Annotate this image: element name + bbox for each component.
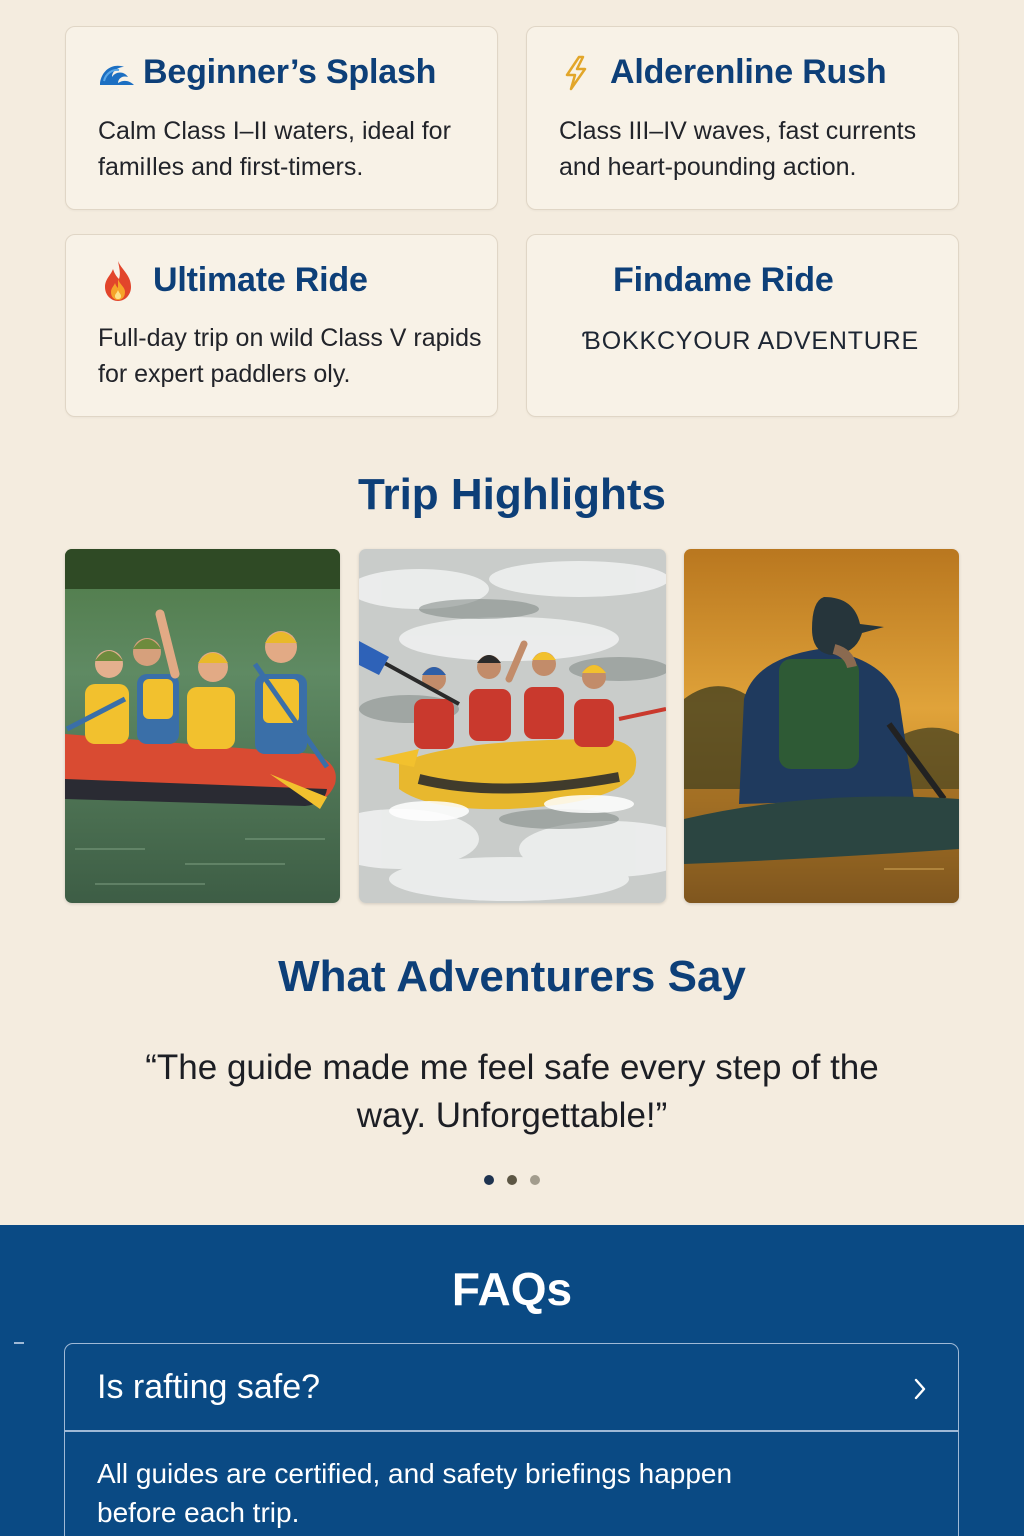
wave-icon <box>98 59 136 89</box>
testimonial-quote: “The guide made me feel safe every step … <box>145 1048 879 1135</box>
trip-card-alderenline-rush[interactable]: Alderenline Rush Class III–IV waves, fas… <box>526 26 959 210</box>
trip-card-description: Full-day trip on wild Class V rapids for… <box>98 324 482 388</box>
trip-card-description: Calm Class I–II waters, ideal for famiIl… <box>98 117 451 181</box>
trip-card-ultimate-ride[interactable]: Ultimate Ride Full-day trip on wild Clas… <box>65 234 498 417</box>
trip-card-description: Class III–IV waves, fast currents and he… <box>559 117 917 181</box>
book-your-adventure-link[interactable]: ƁOKKCYOUR ADVENTURE <box>582 327 919 356</box>
trip-card-title: Beginner’s Splash <box>143 53 437 91</box>
trip-card-title: Findame Ride <box>613 261 834 299</box>
carousel-dot-2[interactable] <box>507 1175 517 1185</box>
carousel-dot-3[interactable] <box>530 1175 540 1185</box>
faq-question[interactable]: Is rafting safe? <box>97 1368 320 1407</box>
page: Beginner’s Splash Calm Class I–II waters… <box>0 0 1024 1536</box>
trip-highlights-heading: Trip Highlights <box>358 470 666 519</box>
testimonials-heading: What Adventurers Say <box>278 952 746 1001</box>
chevron-right-icon[interactable] <box>910 1376 930 1402</box>
faq-answer: All guides are certified, and safety bri… <box>97 1458 733 1528</box>
divider <box>14 1342 24 1344</box>
faq-divider <box>64 1430 959 1432</box>
carousel-dot-1[interactable] <box>484 1175 494 1185</box>
lightning-icon <box>561 55 591 91</box>
fire-icon <box>101 259 135 303</box>
trip-card-title: Ultimate Ride <box>153 261 368 299</box>
trip-card-findame-ride[interactable]: Findame Ride ƁOKKCYOUR ADVENTURE <box>526 234 959 417</box>
group-rafting-photo <box>65 549 340 903</box>
sunset-kayaker-photo <box>684 549 959 903</box>
faq-heading: FAQs <box>451 1263 573 1315</box>
trip-card-title: Alderenline Rush <box>610 53 887 91</box>
trip-card-beginners-splash[interactable]: Beginner’s Splash Calm Class I–II waters… <box>65 26 498 210</box>
whitewater-rapids-photo <box>359 549 666 903</box>
